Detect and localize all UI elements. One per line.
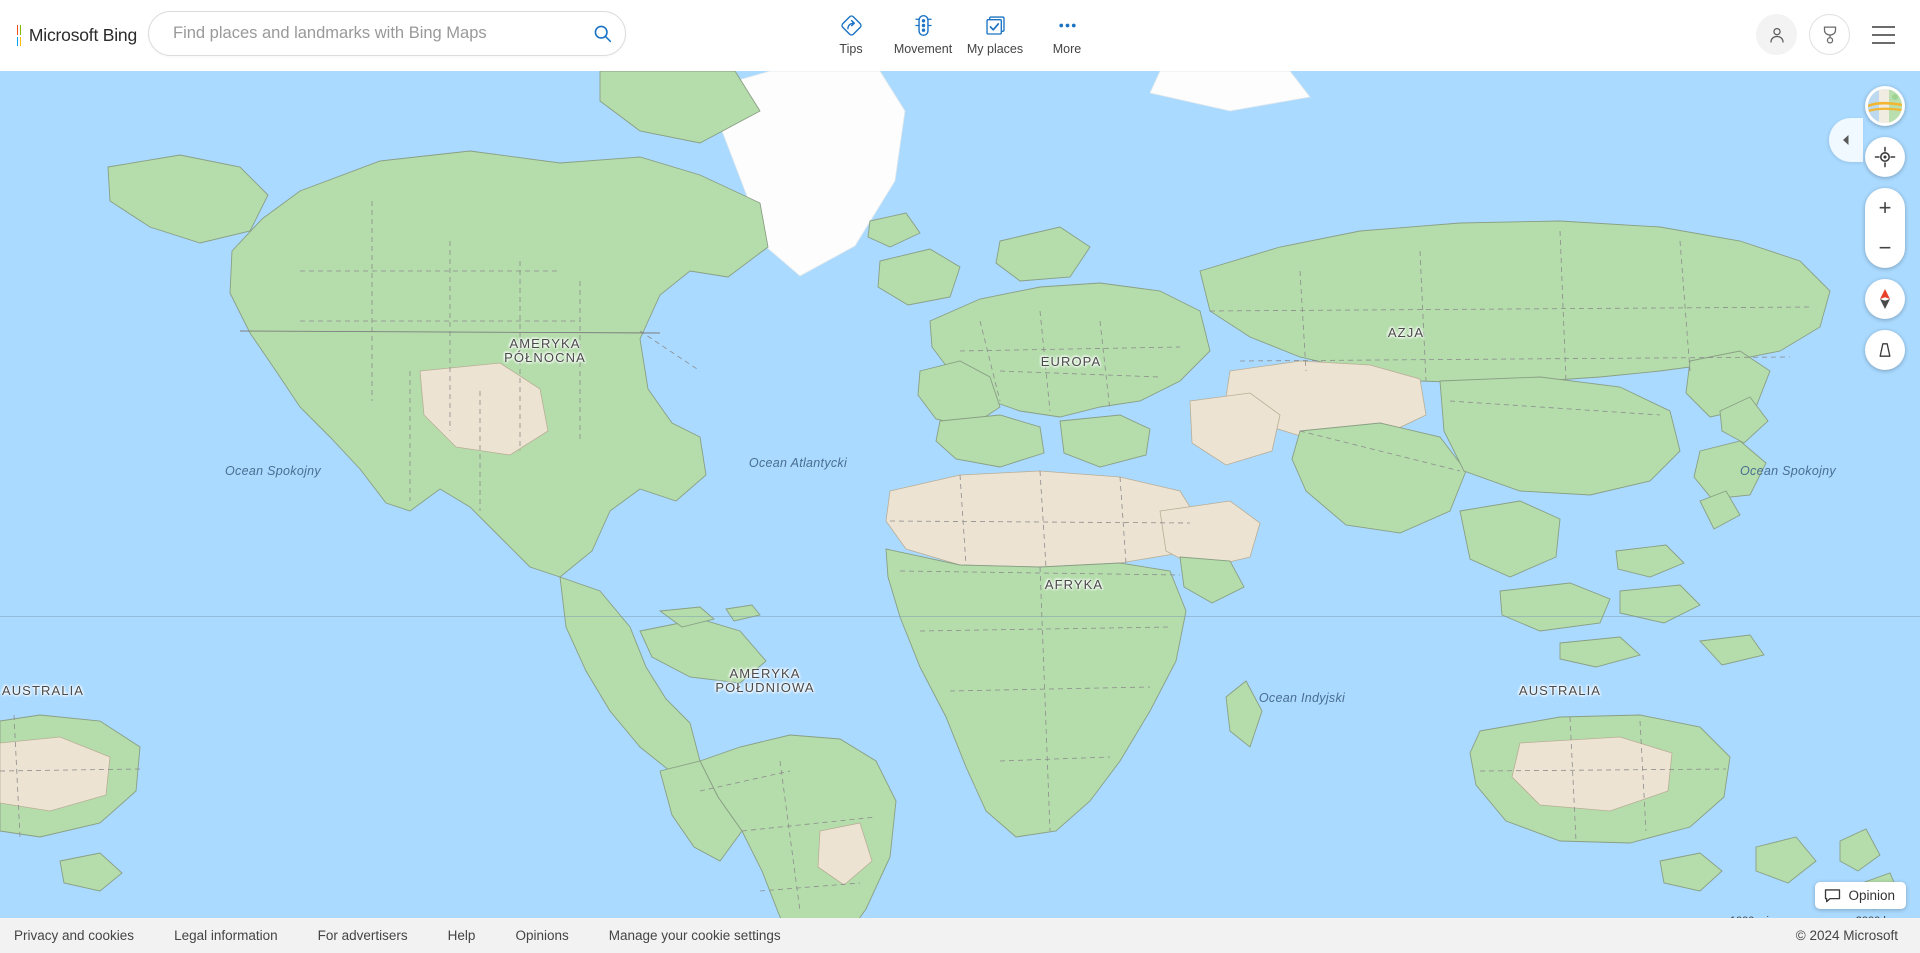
more-dots-icon: [1055, 12, 1080, 38]
street-view-icon: [1879, 343, 1891, 357]
rewards-button[interactable]: [1809, 14, 1850, 55]
equator-line: [0, 616, 1920, 617]
collapse-panel-arrow: [1843, 135, 1849, 145]
search-icon: [594, 25, 611, 43]
zoom-out-button[interactable]: −: [1865, 228, 1905, 268]
footer-link-help[interactable]: Help: [448, 928, 476, 943]
map-controls: + −: [1865, 86, 1905, 381]
search-bar[interactable]: [148, 11, 626, 56]
tool-movement[interactable]: Movement: [887, 9, 959, 56]
opinion-button[interactable]: Opinion: [1815, 882, 1906, 909]
rewards-medal-icon: [1823, 25, 1836, 44]
zoom-controls: + −: [1865, 188, 1905, 268]
hamburger-menu-icon: [1871, 25, 1895, 28]
footer-link-privacy[interactable]: Privacy and cookies: [14, 928, 134, 943]
header-toolbar: Tips Movement My places More: [815, 9, 1103, 56]
compass-button[interactable]: [1865, 279, 1905, 319]
account-person-icon: [1769, 27, 1784, 43]
tool-label: My places: [966, 42, 1024, 56]
footer-copyright: © 2024 Microsoft: [1795, 928, 1898, 943]
locate-me-icon: [1874, 146, 1896, 168]
bing-logo[interactable]: Microsoft Bing: [17, 25, 137, 46]
street-view-button[interactable]: [1865, 330, 1905, 370]
account-button[interactable]: [1756, 14, 1797, 55]
app-header: Microsoft Bing Tips: [0, 0, 1920, 71]
compass-needle-icon: [1880, 289, 1890, 309]
footer-link-legal[interactable]: Legal information: [174, 928, 278, 943]
tool-label: More: [1052, 42, 1082, 56]
locate-me-button[interactable]: [1865, 137, 1905, 177]
footer-link-cookie-settings[interactable]: Manage your cookie settings: [609, 928, 781, 943]
footer-link-opinions[interactable]: Opinions: [515, 928, 568, 943]
search-input[interactable]: [149, 24, 579, 43]
hamburger-menu-button[interactable]: [1862, 14, 1904, 55]
checkbox-places-icon: [983, 12, 1008, 38]
tips-diamond-icon: [839, 12, 864, 38]
tool-label: Tips: [839, 42, 863, 56]
brand-label: Microsoft Bing: [28, 25, 137, 45]
traffic-light-icon: [911, 12, 936, 38]
tool-more[interactable]: More: [1031, 9, 1103, 56]
opinion-label: Opinion: [1848, 888, 1895, 903]
zoom-in-button[interactable]: +: [1865, 188, 1905, 228]
page-footer: Privacy and cookies Legal information Fo…: [0, 918, 1920, 953]
footer-link-advertisers[interactable]: For advertisers: [318, 928, 408, 943]
world-map-graphic: .land { fill:#b4ddab; stroke:#8a9f84; st…: [0, 71, 1920, 953]
map-viewport[interactable]: .land { fill:#b4ddab; stroke:#8a9f84; st…: [0, 71, 1920, 953]
speech-bubble-icon: [1825, 888, 1841, 902]
map-style-thumbnail: [1868, 89, 1902, 123]
tool-tips[interactable]: Tips: [815, 9, 887, 56]
header-right-actions: [1744, 14, 1904, 55]
microsoft-squares-icon: [17, 25, 21, 46]
map-style-button[interactable]: [1865, 86, 1905, 126]
tool-label: Movement: [893, 42, 953, 56]
tool-my-places[interactable]: My places: [959, 9, 1031, 56]
search-button[interactable]: [579, 12, 625, 55]
